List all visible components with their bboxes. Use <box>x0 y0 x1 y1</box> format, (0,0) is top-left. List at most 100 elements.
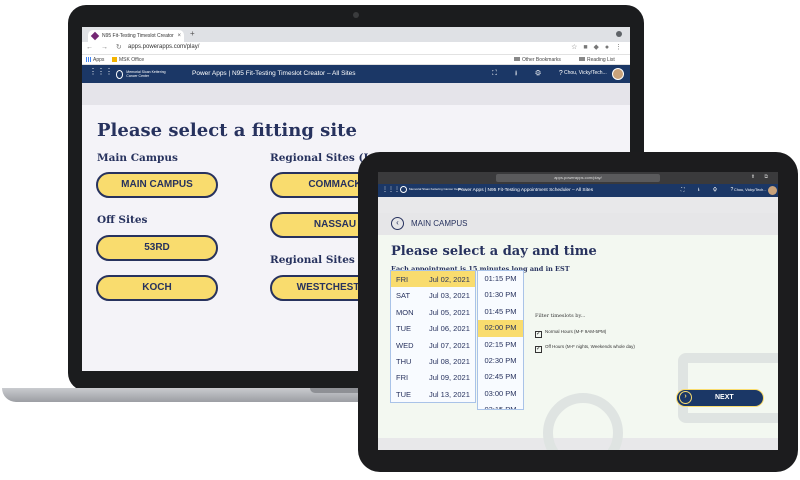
day-row[interactable]: MON Jul 05, 2021 <box>391 304 475 320</box>
tablet-toolbar-icons[interactable]: ⬆ ⧉ <box>751 174 772 180</box>
tablet-url-input[interactable]: apps.powerapps.com/play/ <box>496 174 660 182</box>
tablet-browser-chrome: apps.powerapps.com/play/ ⬆ ⧉ <box>378 172 778 189</box>
stage: N95 Fit-Testing Timeslot Creator × + ← →… <box>0 0 800 480</box>
tablet-msk-logo-text: Memorial Sloan Kettering Cancer Center <box>409 186 464 191</box>
tab-title: N95 Fit-Testing Timeslot Creator <box>102 33 174 39</box>
day-date: Jul 06, 2021 <box>429 324 470 334</box>
waffle-icon[interactable]: ⋮⋮⋮ <box>89 67 113 76</box>
url-input[interactable]: apps.powerapps.com/play/ <box>128 44 199 50</box>
day-name: MON <box>396 307 414 317</box>
section-regional-sites: Regional Sites <box>270 254 355 266</box>
day-row[interactable]: TUE Jul 13, 2021 <box>391 386 475 402</box>
time-row[interactable]: 01:30 PM <box>478 287 523 303</box>
schedule-page: ‹ MAIN CAMPUS Please select a day and ti… <box>378 213 778 450</box>
day-row[interactable]: FRI Jul 09, 2021 <box>391 369 475 385</box>
filter-label: Filter timeslots by... <box>535 313 586 319</box>
filter-off-hours[interactable]: ✓ Off Hours (M-F nights, Weekends whole d… <box>535 344 635 353</box>
bookmark-other-label: Other Bookmarks <box>522 57 561 63</box>
day-date: Jul 05, 2021 <box>429 307 470 317</box>
time-row[interactable]: 02:15 PM <box>478 337 523 353</box>
time-row[interactable]: 02:00 PM <box>478 320 523 337</box>
main-campus-button[interactable]: MAIN CAMPUS <box>96 172 218 198</box>
bookmark-msk-office[interactable]: MSK Office <box>112 57 144 63</box>
tablet-msk-logo-icon <box>400 186 407 193</box>
bookmark-apps[interactable]: Apps <box>86 57 104 63</box>
bookmark-reading-list[interactable]: Reading List <box>579 57 615 63</box>
day-name: TUE <box>396 324 411 334</box>
day-row[interactable]: THU Jul 08, 2021 <box>391 353 475 369</box>
checkbox-normal-hours[interactable]: ✓ <box>535 331 542 338</box>
time-row[interactable]: 01:15 PM <box>478 271 523 287</box>
day-date: Jul 09, 2021 <box>429 373 470 383</box>
filter-off-label: Off Hours (M-F nights, Weekends whole da… <box>545 344 635 349</box>
section-regional-li: Regional Sites (L <box>270 152 371 164</box>
url-bar: ← → ↻ apps.powerapps.com/play/ ☆ ■ ◆ ● ⋮ <box>82 42 630 55</box>
reading-list-icon <box>579 57 585 61</box>
filter-normal-label: Normal Hours (M-F 9AM-5PM) <box>545 329 607 334</box>
bookmark-apps-label: Apps <box>93 57 105 63</box>
bookmark-msk-label: MSK Office <box>119 57 145 63</box>
avatar[interactable] <box>612 68 624 80</box>
next-button[interactable]: › NEXT <box>676 389 764 407</box>
section-main-campus: Main Campus <box>97 152 178 164</box>
53rd-button[interactable]: 53RD <box>96 235 218 261</box>
day-row[interactable]: WED Jul 07, 2021 <box>391 337 475 353</box>
powerapps-icon <box>90 31 100 41</box>
nav-buttons[interactable]: ← → ↻ <box>86 43 125 51</box>
calendar-watermark <box>678 353 778 423</box>
day-name: THU <box>396 356 412 366</box>
next-label: NEXT <box>715 394 734 401</box>
tablet-screen: apps.powerapps.com/play/ ⬆ ⧉ ⋮⋮⋮ Memoria… <box>378 172 778 450</box>
browser-tab-bar: N95 Fit-Testing Timeslot Creator × + <box>82 27 630 42</box>
day-date: Jul 02, 2021 <box>429 275 470 284</box>
checkbox-off-hours[interactable]: ✓ <box>535 346 542 353</box>
section-off-sites: Off Sites <box>97 214 148 226</box>
tablet-avatar[interactable] <box>768 186 777 195</box>
bookmark-other[interactable]: Other Bookmarks <box>514 57 561 63</box>
day-name: SAT <box>396 291 411 301</box>
browser-tab[interactable]: N95 Fit-Testing Timeslot Creator × <box>88 30 184 42</box>
day-row[interactable]: TUE Jul 06, 2021 <box>391 320 475 336</box>
office-icon <box>112 57 117 62</box>
powerapps-header: ⋮⋮⋮ Memorial Sloan Kettering Cancer Cent… <box>82 65 630 83</box>
msk-logo-icon <box>116 69 124 79</box>
toolbar-icons[interactable]: ☆ ■ ◆ ● ⋮ <box>571 43 624 51</box>
clock-watermark <box>543 393 623 450</box>
time-row[interactable]: 02:45 PM <box>478 369 523 385</box>
tablet-msk-logo: Memorial Sloan Kettering Cancer Center <box>400 186 463 193</box>
top-band <box>82 83 630 105</box>
day-date: Jul 07, 2021 <box>429 340 470 350</box>
msk-logo: Memorial Sloan Kettering Cancer Center <box>116 68 174 80</box>
back-label[interactable]: MAIN CAMPUS <box>411 219 467 228</box>
time-row[interactable]: 02:30 PM <box>478 353 523 369</box>
day-list: FRI Jul 02, 2021 SAT Jul 03, 2021 MON Jul 05,… <box>390 270 476 404</box>
app-title: Power Apps | N95 Fit-Testing Timeslot Cr… <box>192 70 356 77</box>
tablet-powerapps-header: ⋮⋮⋮ Memorial Sloan Kettering Cancer Cent… <box>378 184 778 197</box>
tablet-waffle-icon[interactable]: ⋮⋮⋮ <box>382 186 400 193</box>
chevron-left-icon[interactable]: ‹ <box>391 217 404 230</box>
day-date: Jul 03, 2021 <box>429 291 470 301</box>
time-row[interactable]: 03:00 PM <box>478 386 523 402</box>
time-row[interactable]: 01:45 PM <box>478 304 523 320</box>
page-title: Please select a day and time <box>391 244 597 259</box>
bookmarks-bar: Apps MSK Office Other Bookmarks Reading … <box>82 55 630 65</box>
koch-button[interactable]: KOCH <box>96 275 218 301</box>
header-icons[interactable]: ⛶ ⭳ ⚙ ? <box>492 69 571 80</box>
tablet-header-icons[interactable]: ⛶ ⭳ ⚙ ? <box>681 187 739 195</box>
user-name: Chou, Vicky/Tech... <box>564 70 607 76</box>
close-icon[interactable]: × <box>177 30 181 42</box>
day-row[interactable]: FRI Jul 02, 2021 <box>391 271 475 288</box>
filter-normal-hours[interactable]: ✓ Normal Hours (M-F 9AM-5PM) <box>535 329 606 338</box>
new-tab-icon[interactable]: + <box>190 29 195 38</box>
day-name: FRI <box>396 275 409 284</box>
day-date: Jul 13, 2021 <box>429 389 470 399</box>
laptop-camera <box>353 12 359 18</box>
chevron-right-icon: › <box>679 391 692 404</box>
day-name: WED <box>396 340 414 350</box>
chevron-down-icon[interactable]: ⌄ <box>498 405 502 411</box>
folder-icon <box>514 57 520 61</box>
day-row[interactable]: SAT Jul 03, 2021 <box>391 287 475 303</box>
extension-icon[interactable] <box>616 31 622 37</box>
tablet-top-band <box>378 197 778 213</box>
day-name: FRI <box>396 373 409 383</box>
